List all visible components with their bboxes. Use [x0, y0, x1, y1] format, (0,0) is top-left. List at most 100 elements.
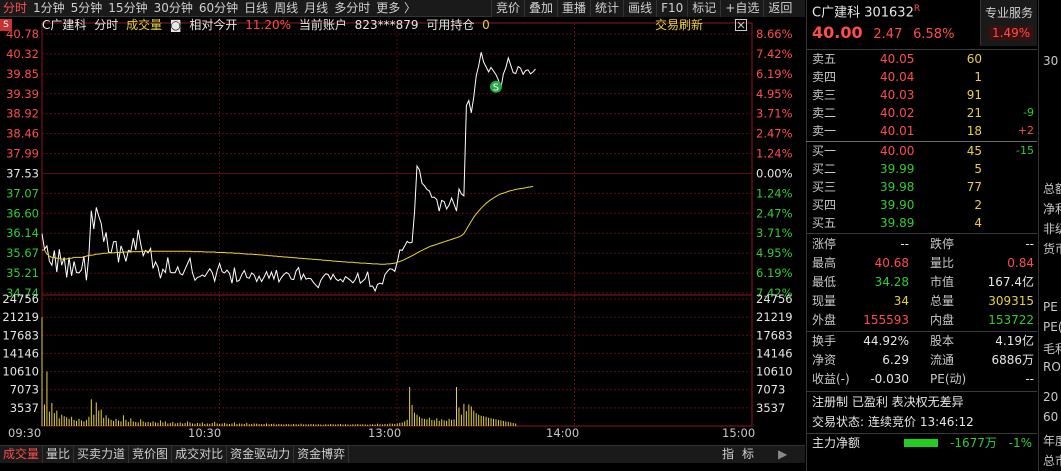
volume-label: 成交量: [126, 18, 163, 32]
volume-tick-label: 7073: [756, 383, 785, 397]
stock-name: C广建科: [42, 18, 87, 32]
period-tab[interactable]: 日线: [241, 0, 271, 17]
price-tick-label: 35.21: [6, 266, 39, 280]
intraday-chart[interactable]: 40.78 8.66%40.32 7.42%39.85 6.19%39.39 4.95%…: [0, 17, 805, 445]
ask-row[interactable]: 卖三 40.03 91: [812, 86, 1036, 104]
toolbar-button[interactable]: 叠加: [524, 0, 557, 17]
indicator-tab[interactable]: 资金博弈: [294, 446, 350, 463]
stat-value: --: [1025, 372, 1034, 386]
bid-row[interactable]: 买三 39.98 77: [812, 178, 1036, 196]
toolbar-button[interactable]: 画线: [623, 0, 656, 17]
indicator-tab[interactable]: 竞价图: [129, 446, 173, 463]
indicator-tab[interactable]: 量比: [43, 446, 75, 463]
period-tab[interactable]: 30分钟: [151, 0, 196, 17]
stat-label: 外盘: [812, 313, 837, 327]
main-net-row[interactable]: 主力净额 -1677万 -1%: [812, 434, 1036, 452]
camera-icon[interactable]: ◙: [170, 18, 182, 32]
fullscreen-icon[interactable]: [734, 18, 748, 32]
period-tab[interactable]: 月线: [301, 0, 331, 17]
bid-price: 39.89: [880, 216, 915, 230]
toolbar-button[interactable]: +自选: [720, 0, 763, 17]
price-change-pct: 6.58%: [913, 27, 955, 42]
toolbar: 竞价 叠加 重播 统计 画线 F10 标记 +自选 返回: [491, 0, 805, 17]
period-tab[interactable]: 5分钟: [68, 0, 106, 17]
pro-service-box[interactable]: 专业服务 1.49%: [980, 0, 1037, 46]
stat-label: 总量: [930, 294, 955, 308]
stat-value: 6886万: [991, 353, 1034, 367]
period-tab[interactable]: 分时: [0, 0, 30, 17]
bid-row[interactable]: 买二 39.99 5: [812, 160, 1036, 178]
fenshi-label: 分时: [94, 18, 119, 32]
price-tick-label: 36.14: [6, 226, 39, 240]
ask-row[interactable]: 卖四 40.04 1: [812, 68, 1036, 86]
bid-row[interactable]: 买五 39.89 4: [812, 214, 1036, 232]
volume-tick-label: 17683: [2, 328, 39, 342]
period-tab[interactable]: 60分钟: [196, 0, 241, 17]
panel-stock-code: 301632: [864, 5, 914, 21]
stat-label: 市值: [930, 275, 955, 289]
volume-tick-label: 24756: [756, 292, 793, 306]
stat-label: PE(动): [930, 372, 967, 386]
stat-label: 换手: [812, 334, 837, 348]
indicator-tabs: 成交量 量比 买卖力道 竞价图 成交对比 资金驱动力 资金博弈 指标 ▶: [0, 445, 805, 463]
account-label: 当前账户: [298, 18, 347, 32]
last-price: 40.00: [812, 23, 863, 42]
stat-value: -0.030: [870, 372, 909, 386]
side-info-label: RO: [1043, 360, 1061, 374]
stat-label: 现量: [812, 294, 837, 308]
scroll-arrows-icon[interactable]: ▶: [778, 446, 787, 463]
stat-row: 净资 6.29 流通 6886万: [812, 351, 1036, 369]
bid-label: 买一: [812, 144, 837, 158]
bid-row[interactable]: 买四 39.90 2: [812, 196, 1036, 214]
stat-value: --: [900, 237, 909, 251]
ask-price: 40.05: [880, 52, 915, 66]
stat-value: 309315: [988, 294, 1034, 308]
stat-row: 最高 40.68 量比 0.84: [812, 254, 1036, 272]
ask-volume: 91: [966, 88, 982, 102]
ask-row[interactable]: 卖二 40.02 21 -9: [812, 104, 1036, 122]
time-label: 15:00: [722, 426, 755, 440]
price-tick-label: 39.39: [6, 87, 39, 101]
stat-row: 换手 44.92% 股本 4.19亿: [812, 332, 1036, 350]
toolbar-button[interactable]: 标记: [687, 0, 720, 17]
stat-value: 44.92%: [863, 334, 909, 348]
ask-row[interactable]: 卖五 40.05 60: [812, 50, 1036, 68]
period-tab[interactable]: 1分钟: [30, 0, 68, 17]
ask-label: 卖三: [812, 88, 837, 102]
ask-row[interactable]: 卖一 40.01 18 +2: [812, 122, 1036, 140]
toolbar-button[interactable]: F10: [656, 0, 687, 17]
code-suffix: R: [913, 4, 921, 14]
toolbar-button[interactable]: 统计: [590, 0, 623, 17]
main-net-pct: -1%: [1008, 436, 1032, 450]
indicator-tab[interactable]: 买卖力道: [74, 446, 130, 463]
toolbar-button[interactable]: 重播: [557, 0, 590, 17]
side-info-label: 总市: [1043, 454, 1061, 468]
bid-label: 买五: [812, 216, 837, 230]
toolbar-button[interactable]: 返回: [763, 0, 796, 17]
period-tab[interactable]: 更多 〉: [373, 0, 419, 17]
period-tab[interactable]: 15分钟: [105, 0, 150, 17]
side-info-label: 毛利: [1043, 342, 1061, 356]
stat-row: 涨停 -- 跌停 --: [812, 235, 1036, 253]
bid-row[interactable]: 买一 40.00 45 -15: [812, 142, 1036, 160]
side-info-label: 30: [1043, 54, 1059, 68]
indicator-label[interactable]: 标: [742, 446, 754, 463]
trade-refresh-button[interactable]: 交易刷新: [655, 17, 703, 34]
period-tab[interactable]: 多分时: [331, 0, 373, 17]
price-tick-label: 35.67: [6, 246, 39, 260]
ask-delta: -9: [1023, 106, 1034, 119]
bid-volume: 2: [974, 198, 982, 212]
main-net-value: -1677万: [950, 436, 997, 450]
side-info-label: 年度: [1043, 434, 1061, 448]
bid-volume: 5: [974, 162, 982, 176]
toolbar-button[interactable]: 竞价: [491, 0, 524, 17]
indicator-tab[interactable]: 资金驱动力: [227, 446, 295, 463]
volume-tick-label: 7073: [10, 383, 39, 397]
volume-tick-label: 21219: [756, 310, 793, 324]
indicator-tab[interactable]: 成交对比: [172, 446, 228, 463]
indicator-tab[interactable]: 成交量: [0, 446, 44, 463]
period-tab[interactable]: 周线: [271, 0, 301, 17]
volume-tick-label: 14146: [2, 346, 39, 360]
indicator-label[interactable]: 指: [722, 446, 734, 463]
main-net-label: 主力净额: [812, 436, 861, 450]
